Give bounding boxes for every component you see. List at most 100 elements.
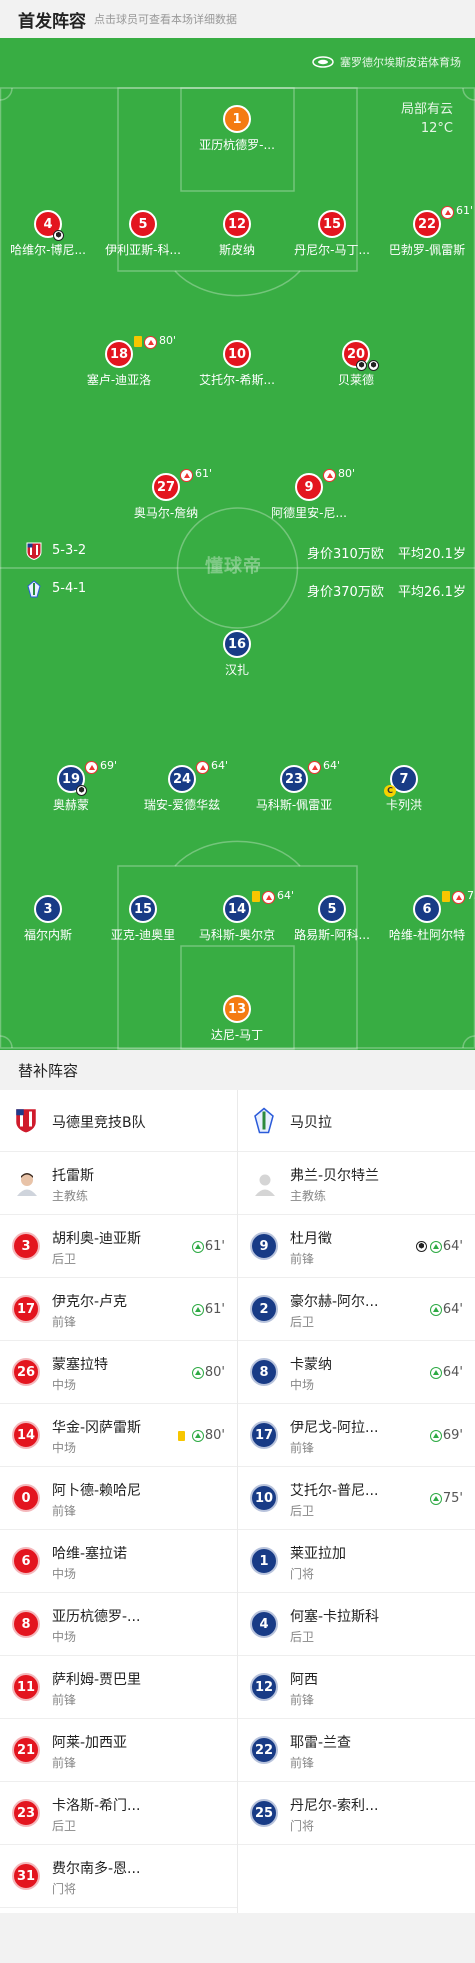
player-number-badge: 9 (250, 1232, 278, 1260)
player-name: 塞卢-迪亚洛 (86, 373, 152, 387)
substitute-row[interactable]: 1 莱亚拉加 门将 (238, 1530, 475, 1593)
player-name: 蒙塞拉特 (52, 1357, 108, 1373)
pitch-player[interactable]: 1 亚历杭德罗-... (187, 105, 287, 155)
sub-minute: 61' (204, 1239, 225, 1254)
sub-on-icon (191, 1366, 204, 1379)
pitch-player[interactable]: 15 亚克-迪奥里 (93, 895, 193, 945)
substitute-row[interactable]: 17 伊尼戈-阿拉... 前锋 69' (238, 1404, 475, 1467)
substitute-row[interactable]: 26 蒙塞拉特 中场 80' (0, 1341, 237, 1404)
substitute-row[interactable]: 21 阿莱-加西亚 前锋 (0, 1719, 237, 1782)
pitch-player[interactable]: 27 奥马尔-詹纳 61' (116, 467, 216, 523)
pitch-player[interactable]: 13 达尼-马丁 (187, 995, 287, 1045)
pitch-player[interactable]: 3 福尔内斯 (0, 895, 98, 945)
sub-minute: 61' (456, 204, 474, 217)
player-number-badge: 22 (413, 210, 441, 238)
substitute-row[interactable]: 14 华金-冈萨雷斯 中场 80' (0, 1404, 237, 1467)
pitch-player[interactable]: 5 路易斯-阿科... (282, 895, 382, 945)
sub-on-icon (191, 1303, 204, 1316)
player-name: 耶雷-兰查 (290, 1735, 352, 1751)
player-name: 阿莱-加西亚 (52, 1735, 128, 1751)
pitch-player[interactable]: 4 哈维尔-博尼... ⬢ (0, 210, 98, 260)
pitch-player[interactable]: 20 贝莱德 ⬢ ⬢ (306, 340, 406, 390)
atletico-crest-icon (14, 1107, 38, 1134)
player-name: 何塞-卡拉斯科 (290, 1609, 380, 1625)
substitute-row[interactable]: 8 卡蒙纳 中场 64' (238, 1341, 475, 1404)
away-coach-row[interactable]: 弗兰-贝尔特兰 主教练 (238, 1152, 475, 1215)
substitutes-header: 替补阵容 (0, 1050, 475, 1090)
pitch-player[interactable]: 19 奥赫蒙 69' ⬢ (21, 759, 121, 815)
pitch-player[interactable]: 24 瑞安-爱德华兹 64' (132, 759, 232, 815)
sub-on-icon (429, 1492, 442, 1505)
pitch-player[interactable]: 10 艾托尔-希斯... (187, 340, 287, 390)
player-position: 后卫 (290, 1630, 315, 1644)
player-number-badge: 25 (250, 1799, 278, 1827)
home-market-value: 身价310万欧 (307, 547, 384, 562)
sub-off-icon (452, 891, 465, 904)
away-market-value: 身价370万欧 (307, 585, 384, 600)
player-name: 哈维-塞拉诺 (52, 1546, 128, 1562)
player-name: 福尔内斯 (23, 928, 72, 942)
player-position: 前锋 (290, 1252, 315, 1266)
away-coach-name: 弗兰-贝尔特兰 (290, 1168, 380, 1184)
player-number-badge: 22 (250, 1736, 278, 1764)
away-team-row[interactable]: 马贝拉 (238, 1090, 475, 1152)
player-name: 阿德里安-尼... (271, 506, 347, 520)
pitch-player[interactable]: 16 汉扎 (187, 630, 287, 680)
substitute-row[interactable]: 12 阿西 前锋 (238, 1656, 475, 1719)
substitute-row[interactable]: 6 哈维-塞拉诺 中场 (0, 1530, 237, 1593)
pitch-player[interactable]: 14 马科斯-奥尔京 64' (187, 889, 294, 945)
player-number-badge: 18 (105, 340, 133, 368)
home-team-name: 马德里竞技B队 (52, 1115, 146, 1131)
substitute-row[interactable]: 23 卡洛斯-希门... 后卫 (0, 1782, 237, 1845)
substitute-row[interactable]: 8 亚历杭德罗-... 中场 (0, 1593, 237, 1656)
substitute-row[interactable]: 4 何塞-卡拉斯科 后卫 (238, 1593, 475, 1656)
substitute-row[interactable]: 11 萨利姆-贾巴里 前锋 (0, 1656, 237, 1719)
player-position: 前锋 (52, 1693, 77, 1707)
player-position: 门将 (290, 1819, 315, 1833)
player-position: 中场 (290, 1378, 315, 1392)
goal-ball-icon: ⬢ (76, 785, 87, 796)
player-events: 64' (427, 1302, 463, 1317)
substitute-row[interactable]: 10 艾托尔-普尼... 后卫 75' (238, 1467, 475, 1530)
player-number-badge: 1 (223, 105, 251, 133)
player-position: 中场 (52, 1630, 77, 1644)
substitutes-title: 替补阵容 (18, 1061, 79, 1080)
substitute-row[interactable]: 22 耶雷-兰查 前锋 (238, 1719, 475, 1782)
substitute-row[interactable]: 2 豪尔赫-阿尔... 后卫 64' (238, 1278, 475, 1341)
home-coach-row[interactable]: 托雷斯 主教练 (0, 1152, 237, 1215)
player-name: 艾托尔-希斯... (199, 373, 275, 387)
player-name: 杜月徵 (290, 1231, 332, 1247)
pitch-player[interactable]: 7 卡列洪 C (354, 765, 454, 815)
header-hint: 点击球员可查看本场详细数据 (94, 13, 237, 26)
substitute-row[interactable]: 25 丹尼尔-索利... 门将 (238, 1782, 475, 1845)
coach-avatar (17, 1173, 37, 1196)
pitch-player[interactable]: 22 巴勃罗-佩雷斯 61' (377, 204, 475, 260)
substitute-row[interactable]: 31 费尔南多-恩... 门将 (0, 1845, 237, 1908)
sub-on-icon (429, 1429, 442, 1442)
pitch-player[interactable]: 12 斯皮纳 (187, 210, 287, 260)
player-events: 69' (427, 1428, 463, 1443)
pitch-player[interactable]: 18 塞卢-迪亚洛 80' (69, 334, 176, 390)
player-number-badge: 12 (250, 1673, 278, 1701)
captain-badge: C (384, 785, 396, 797)
substitute-row[interactable]: 17 伊克尔-卢克 前锋 61' (0, 1278, 237, 1341)
sub-off-icon (196, 761, 209, 774)
lineup-screen: 首发阵容 点击球员可查看本场详细数据 塞罗德尔埃斯皮诺体育场 局部有云 12°C… (0, 0, 475, 1963)
home-team-row[interactable]: 马德里竞技B队 (0, 1090, 237, 1152)
pitch-player[interactable]: 5 伊利亚斯-科... (93, 210, 193, 260)
pitch-player[interactable]: 15 丹尼尔-马丁... (282, 210, 382, 260)
sub-minute: 64' (442, 1365, 463, 1380)
stadium-icon (312, 56, 334, 68)
player-number-badge: 27 (152, 473, 180, 501)
pitch-player[interactable]: 6 哈维-杜阿尔特 75' (377, 889, 475, 945)
player-name: 巴勃罗-佩雷斯 (388, 243, 466, 257)
goal-ball-icon: ⬢ (53, 230, 64, 241)
substitute-row[interactable]: 3 胡利奥-迪亚斯 后卫 61' (0, 1215, 237, 1278)
pitch-player[interactable]: 23 马科斯-佩雷亚 64' (244, 759, 344, 815)
substitute-row[interactable]: 0 阿卜德-赖哈尼 前锋 (0, 1467, 237, 1530)
pitch-player[interactable]: 9 阿德里安-尼... 80' (259, 467, 359, 523)
weather-condition: 局部有云 (400, 102, 453, 117)
substitute-row[interactable]: 9 杜月徵 前锋 ⬢ 64' (238, 1215, 475, 1278)
sub-off-icon (323, 469, 336, 482)
player-name: 哈维尔-博尼... (10, 243, 86, 257)
